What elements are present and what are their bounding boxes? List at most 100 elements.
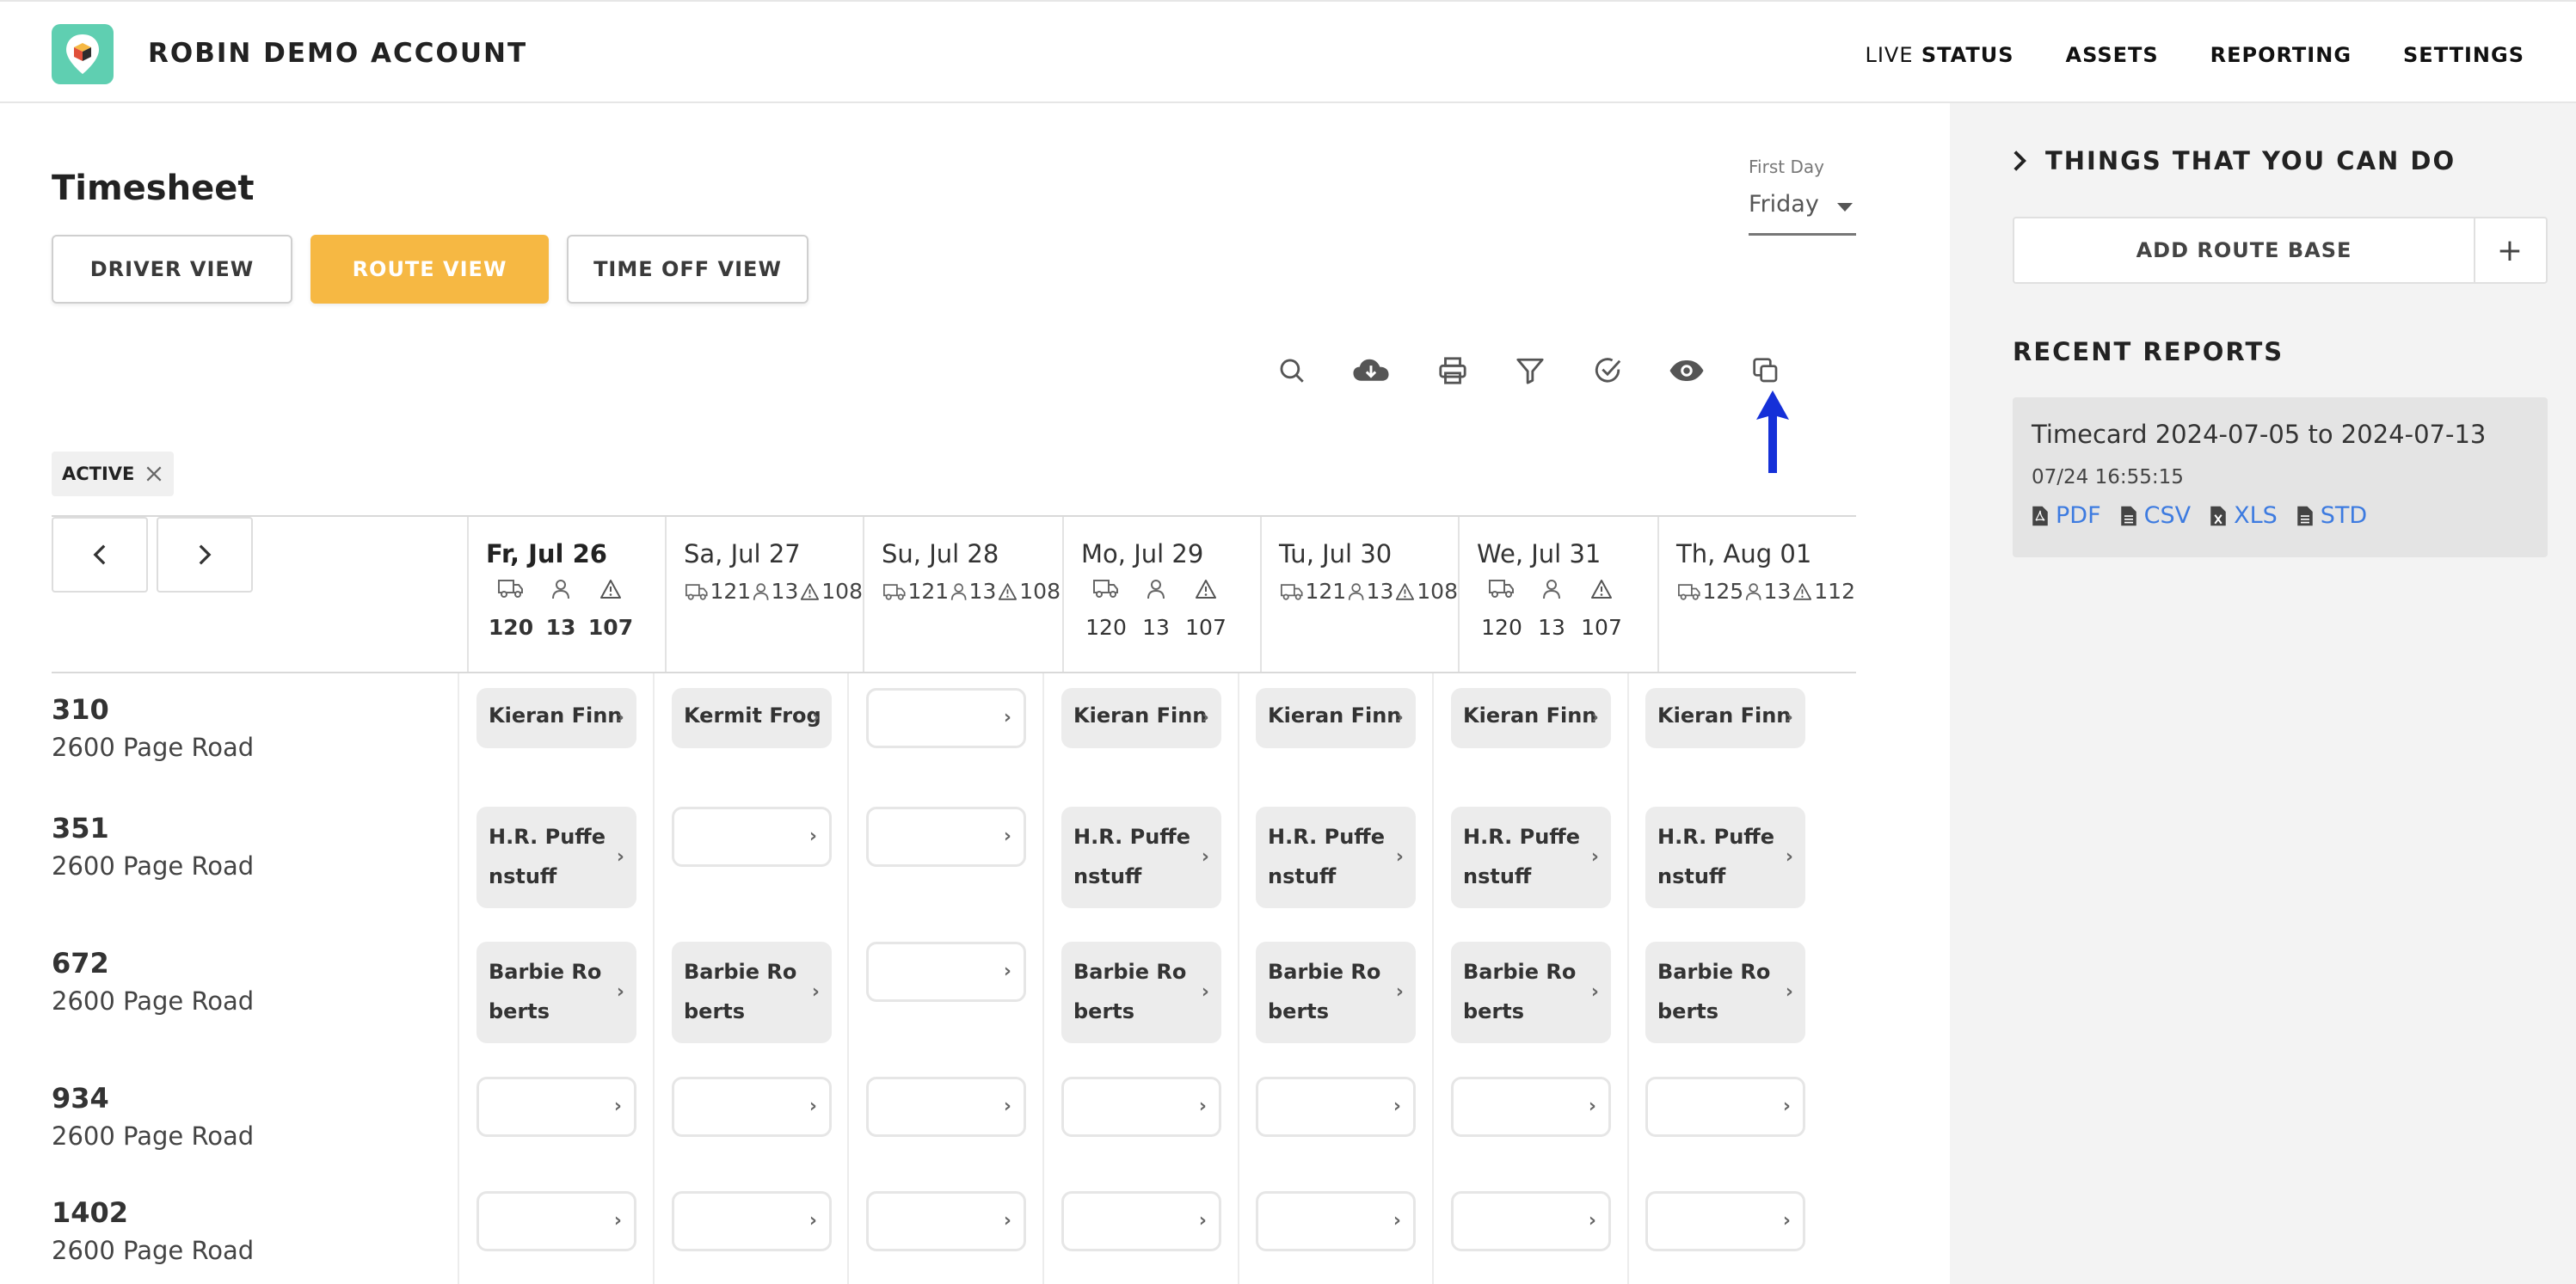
route-day-cell[interactable]: Barbie Roberts › xyxy=(476,942,636,1043)
route-day-cell[interactable]: Barbie Roberts › xyxy=(1645,942,1805,1043)
xls-file-icon xyxy=(2210,506,2226,525)
pointer-arrow-icon xyxy=(1756,390,1789,473)
route-day-cell[interactable]: Barbie Roberts › xyxy=(672,942,832,1043)
driver-name: Kieran Finn xyxy=(1657,703,1792,728)
add-route-base-plus-button[interactable]: + xyxy=(2474,218,2546,282)
route-address: 2600 Page Road xyxy=(52,733,255,762)
route-number: 934 xyxy=(52,1082,109,1115)
route-day-cell[interactable]: Kieran Finn › xyxy=(1061,688,1221,748)
check-circle-icon[interactable] xyxy=(1588,351,1627,390)
route-day-cell[interactable]: › xyxy=(1645,1077,1805,1137)
grid-column-line xyxy=(458,673,459,1284)
copy-icon[interactable] xyxy=(1746,351,1786,390)
cloud-download-icon[interactable] xyxy=(1351,351,1391,390)
nav-assets-label: ASSETS xyxy=(2065,43,2159,67)
chevron-right-icon: › xyxy=(1003,961,1011,982)
truck-icon xyxy=(883,583,906,600)
route-day-cell[interactable]: › xyxy=(866,1191,1026,1251)
nav-assets[interactable]: ASSETS xyxy=(2066,43,2159,67)
route-day-cell[interactable]: › xyxy=(866,688,1026,748)
chevron-right-icon: › xyxy=(1590,707,1599,728)
route-day-cell[interactable]: Kieran Finn › xyxy=(476,688,636,748)
route-day-cell[interactable]: › xyxy=(1451,1077,1611,1137)
route-day-cell[interactable]: H.R. Puffenstuff › xyxy=(1256,807,1416,908)
driver-name: Kieran Finn xyxy=(1268,703,1402,728)
route-day-cell[interactable]: Barbie Roberts › xyxy=(1451,942,1611,1043)
route-day-cell[interactable]: Barbie Roberts › xyxy=(1256,942,1416,1043)
recent-reports-title: RECENT REPORTS xyxy=(2013,337,2284,366)
grid-column-line xyxy=(1238,673,1239,1284)
things-you-can-do-toggle[interactable]: THINGS THAT YOU CAN DO xyxy=(2013,146,2456,175)
route-day-cell[interactable]: › xyxy=(476,1191,636,1251)
route-day-cell[interactable]: › xyxy=(1645,1191,1805,1251)
route-number: 672 xyxy=(52,947,109,980)
day-title: Tu, Jul 30 xyxy=(1279,539,1393,568)
warning-icon xyxy=(1793,582,1812,600)
route-day-cell[interactable]: › xyxy=(866,1077,1026,1137)
std-download-link[interactable]: STD xyxy=(2296,502,2367,529)
grid-column-line xyxy=(1627,673,1629,1284)
nav-reporting[interactable]: REPORTING xyxy=(2210,43,2352,67)
chevron-right-icon: › xyxy=(1003,1210,1011,1232)
search-icon[interactable] xyxy=(1272,351,1312,390)
driver-view-button[interactable]: DRIVER VIEW xyxy=(52,235,292,304)
driver-name: H.R. Puffenstuff xyxy=(1657,825,1774,888)
nav-settings[interactable]: SETTINGS xyxy=(2403,43,2524,67)
route-day-cell[interactable]: Kieran Finn › xyxy=(1256,688,1416,748)
alerts-count: 108 xyxy=(1019,579,1061,604)
route-day-cell[interactable]: › xyxy=(1256,1191,1416,1251)
day-stat-icons xyxy=(1081,579,1260,599)
route-day-cell[interactable]: › xyxy=(866,807,1026,867)
xls-download-link[interactable]: XLS xyxy=(2210,502,2278,529)
chevron-right-icon: › xyxy=(1588,1210,1596,1232)
alerts-count: 112 xyxy=(1814,579,1855,604)
route-view-button[interactable]: ROUTE VIEW xyxy=(310,235,549,304)
chevron-right-icon: › xyxy=(1395,846,1404,868)
previous-week-button[interactable] xyxy=(52,517,148,593)
people-count: 13 xyxy=(968,579,997,604)
chevron-right-icon: › xyxy=(808,1210,817,1232)
route-day-cell[interactable]: Kieran Finn › xyxy=(1645,688,1805,748)
nav-live-status[interactable]: LIVE STATUS xyxy=(1865,43,2013,67)
person-icon xyxy=(951,582,967,600)
route-day-cell[interactable]: › xyxy=(672,1191,832,1251)
route-address: 2600 Page Road xyxy=(52,986,255,1016)
eye-icon[interactable] xyxy=(1667,351,1706,390)
route-day-cell[interactable]: › xyxy=(1061,1191,1221,1251)
chevron-right-icon: › xyxy=(1395,981,1404,1003)
first-day-select[interactable]: Friday xyxy=(1749,191,1856,236)
route-day-cell[interactable]: H.R. Puffenstuff › xyxy=(1451,807,1611,908)
route-day-cell[interactable]: H.R. Puffenstuff › xyxy=(476,807,636,908)
route-day-cell[interactable]: Kermit Frog › xyxy=(672,688,832,748)
route-day-cell[interactable]: Kieran Finn › xyxy=(1451,688,1611,748)
next-week-button[interactable] xyxy=(157,517,253,593)
route-day-cell[interactable]: › xyxy=(866,942,1026,1002)
route-number: 310 xyxy=(52,693,109,726)
active-filter-chip[interactable]: ACTIVE xyxy=(52,452,175,496)
app-logo[interactable] xyxy=(52,24,114,84)
csv-download-link[interactable]: CSV xyxy=(2120,502,2191,529)
close-icon[interactable] xyxy=(144,464,163,483)
person-icon xyxy=(1349,582,1364,600)
time-off-view-button[interactable]: TIME OFF VIEW xyxy=(567,235,808,304)
trucks-count: 121 xyxy=(907,579,950,604)
route-day-cell[interactable]: › xyxy=(1256,1077,1416,1137)
route-day-cell[interactable]: › xyxy=(476,1077,636,1137)
route-day-cell[interactable]: › xyxy=(1061,1077,1221,1137)
trucks-count: 121 xyxy=(1305,579,1347,604)
print-icon[interactable] xyxy=(1433,351,1472,390)
chevron-right-icon: › xyxy=(808,1096,817,1117)
filter-icon[interactable] xyxy=(1510,351,1550,390)
day-header: Th, Aug 01 125 13 112 xyxy=(1657,517,1855,672)
route-day-cell[interactable]: › xyxy=(1451,1191,1611,1251)
route-day-cell[interactable]: › xyxy=(672,1077,832,1137)
pdf-download-link[interactable]: PDF xyxy=(2032,502,2101,529)
route-day-cell[interactable]: Barbie Roberts › xyxy=(1061,942,1221,1043)
route-day-cell[interactable]: › xyxy=(672,807,832,867)
add-route-base-button[interactable]: ADD ROUTE BASE xyxy=(2014,218,2475,282)
route-day-cell[interactable]: H.R. Puffenstuff › xyxy=(1645,807,1805,908)
route-address: 2600 Page Road xyxy=(52,1121,255,1151)
grid-header-border xyxy=(52,672,1856,673)
person-icon xyxy=(1147,580,1165,599)
route-day-cell[interactable]: H.R. Puffenstuff › xyxy=(1061,807,1221,908)
